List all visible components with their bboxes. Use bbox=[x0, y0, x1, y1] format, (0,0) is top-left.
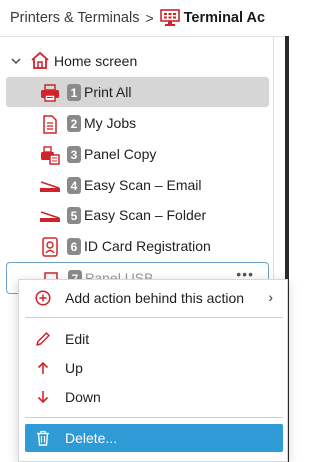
menu-item-label: Delete... bbox=[65, 430, 118, 446]
tree-item-label: Easy Scan – Email bbox=[84, 177, 202, 193]
trash-icon bbox=[35, 430, 51, 446]
tree-root-home-screen[interactable]: Home screen bbox=[0, 46, 270, 76]
menu-item-add-action[interactable]: Add action behind this action › bbox=[25, 284, 283, 312]
terminal-icon bbox=[159, 9, 180, 27]
tree-item-label: My Jobs bbox=[84, 115, 137, 131]
arrow-down-icon bbox=[35, 389, 51, 405]
id-card-icon bbox=[39, 237, 61, 257]
print-all-icon bbox=[39, 83, 61, 103]
tree-item-label: Panel Copy bbox=[84, 146, 157, 162]
breadcrumb: Printers & Terminals > Terminal Ac bbox=[0, 0, 289, 37]
item-number-badge: 6 bbox=[67, 238, 81, 255]
tree-item-my-jobs[interactable]: 2 My Jobs bbox=[6, 108, 269, 138]
scan-icon bbox=[39, 206, 61, 226]
breadcrumb-printers-terminals[interactable]: Printers & Terminals bbox=[10, 10, 139, 26]
item-number-badge: 4 bbox=[67, 177, 81, 194]
tree-item-id-card-registration[interactable]: 6 ID Card Registration bbox=[6, 231, 269, 261]
tree-item-easy-scan-email[interactable]: 4 Easy Scan – Email bbox=[6, 170, 269, 200]
tree-item-label: Print All bbox=[84, 84, 132, 100]
add-circle-icon bbox=[35, 290, 51, 306]
tree-item-panel-copy[interactable]: 3 Panel Copy bbox=[6, 139, 269, 169]
menu-divider bbox=[25, 417, 283, 418]
my-jobs-icon bbox=[39, 114, 61, 134]
tree-item-print-all[interactable]: 1 Print All bbox=[6, 77, 269, 107]
scan-icon bbox=[39, 176, 61, 196]
item-number-badge: 2 bbox=[67, 115, 81, 132]
menu-item-label: Up bbox=[65, 360, 83, 376]
menu-item-down[interactable]: Down bbox=[25, 383, 283, 411]
panel-copy-icon bbox=[39, 145, 61, 165]
menu-item-label: Down bbox=[65, 389, 101, 405]
tree-item-label: Easy Scan – Folder bbox=[84, 207, 207, 223]
menu-item-up[interactable]: Up bbox=[25, 354, 283, 382]
arrow-up-icon bbox=[35, 360, 51, 376]
menu-item-label: Add action behind this action bbox=[65, 290, 245, 306]
pencil-icon bbox=[35, 331, 51, 347]
menu-divider bbox=[25, 317, 283, 318]
menu-item-label: Edit bbox=[65, 331, 90, 347]
breadcrumb-separator: > bbox=[145, 10, 154, 26]
home-icon bbox=[30, 51, 50, 73]
item-number-badge: 3 bbox=[67, 146, 81, 163]
chevron-right-icon: › bbox=[268, 289, 273, 305]
menu-item-delete[interactable]: Delete... bbox=[25, 424, 283, 452]
context-menu: Add action behind this action › Edit Up … bbox=[18, 279, 288, 462]
tree-root-label: Home screen bbox=[54, 53, 138, 69]
menu-item-edit[interactable]: Edit bbox=[25, 325, 283, 353]
page-title: Terminal Ac bbox=[183, 10, 266, 26]
tree-item-easy-scan-folder[interactable]: 5 Easy Scan – Folder bbox=[6, 200, 269, 230]
tree-item-label: ID Card Registration bbox=[84, 238, 211, 254]
item-number-badge: 5 bbox=[67, 207, 81, 224]
chevron-down-icon[interactable] bbox=[10, 54, 22, 70]
item-number-badge: 1 bbox=[67, 84, 81, 101]
